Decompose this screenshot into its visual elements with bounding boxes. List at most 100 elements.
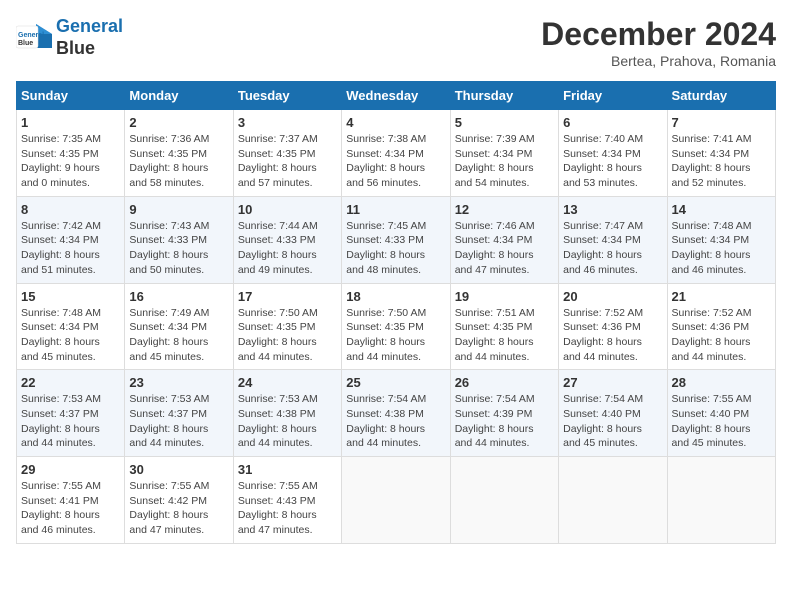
- title-block: December 2024 Bertea, Prahova, Romania: [541, 16, 776, 69]
- day-number: 17: [238, 289, 337, 304]
- calendar-cell: 9 Sunrise: 7:43 AM Sunset: 4:33 PM Daylig…: [125, 196, 233, 283]
- calendar-cell: 12 Sunrise: 7:46 AM Sunset: 4:34 PM Dayli…: [450, 196, 558, 283]
- day-detail: Sunrise: 7:51 AM Sunset: 4:35 PM Dayligh…: [455, 306, 554, 365]
- calendar-cell: 10Sunrise: 7:44 AM Sunset: 4:33 PM Dayli…: [233, 196, 341, 283]
- calendar-cell: 15Sunrise: 7:48 AM Sunset: 4:34 PM Dayli…: [17, 283, 125, 370]
- day-number: 19: [455, 289, 554, 304]
- calendar-cell: 18 Sunrise: 7:50 AM Sunset: 4:35 PM Dayli…: [342, 283, 450, 370]
- day-detail: Sunrise: 7:53 AM Sunset: 4:38 PM Dayligh…: [238, 392, 337, 451]
- calendar-cell: 29 Sunrise: 7:55 AM Sunset: 4:41 PM Dayli…: [17, 457, 125, 544]
- weekday-header-friday: Friday: [559, 82, 667, 110]
- calendar-cell: 5 Sunrise: 7:39 AM Sunset: 4:34 PM Daylig…: [450, 110, 558, 197]
- weekday-header-sunday: Sunday: [17, 82, 125, 110]
- location-subtitle: Bertea, Prahova, Romania: [541, 53, 776, 69]
- svg-text:General: General: [18, 32, 44, 39]
- day-detail: Sunrise: 7:52 AM Sunset: 4:36 PM Dayligh…: [563, 306, 662, 365]
- day-number: 16: [129, 289, 228, 304]
- day-detail: Sunrise: 7:47 AM Sunset: 4:34 PM Dayligh…: [563, 219, 662, 278]
- calendar-week-2: 8 Sunrise: 7:42 AM Sunset: 4:34 PM Daylig…: [17, 196, 776, 283]
- day-number: 12: [455, 202, 554, 217]
- day-number: 14: [672, 202, 771, 217]
- day-number: 29: [21, 462, 120, 477]
- svg-text:Blue: Blue: [18, 40, 33, 47]
- day-number: 18: [346, 289, 445, 304]
- calendar-cell: 31 Sunrise: 7:55 AM Sunset: 4:43 PM Dayli…: [233, 457, 341, 544]
- day-number: 1: [21, 115, 120, 130]
- calendar-cell: 21 Sunrise: 7:52 AM Sunset: 4:36 PM Dayli…: [667, 283, 775, 370]
- day-detail: Sunrise: 7:55 AM Sunset: 4:43 PM Dayligh…: [238, 479, 337, 538]
- day-number: 31: [238, 462, 337, 477]
- day-number: 9: [129, 202, 228, 217]
- day-detail: Sunrise: 7:50 AM Sunset: 4:35 PM Dayligh…: [346, 306, 445, 365]
- calendar-cell: 13 Sunrise: 7:47 AM Sunset: 4:34 PM Dayli…: [559, 196, 667, 283]
- calendar-cell: [667, 457, 775, 544]
- calendar-cell: 11Sunrise: 7:45 AM Sunset: 4:33 PM Dayli…: [342, 196, 450, 283]
- calendar-cell: [342, 457, 450, 544]
- calendar-cell: 23 Sunrise: 7:53 AM Sunset: 4:37 PM Dayli…: [125, 370, 233, 457]
- day-detail: Sunrise: 7:48 AM Sunset: 4:34 PM Dayligh…: [672, 219, 771, 278]
- day-number: 10: [238, 202, 337, 217]
- calendar-cell: 16 Sunrise: 7:49 AM Sunset: 4:34 PM Dayli…: [125, 283, 233, 370]
- weekday-header-tuesday: Tuesday: [233, 82, 341, 110]
- day-number: 21: [672, 289, 771, 304]
- day-detail: Sunrise: 7:36 AM Sunset: 4:35 PM Dayligh…: [129, 132, 228, 191]
- day-number: 28: [672, 375, 771, 390]
- day-detail: Sunrise: 7:42 AM Sunset: 4:34 PM Dayligh…: [21, 219, 120, 278]
- day-number: 30: [129, 462, 228, 477]
- calendar-table: SundayMondayTuesdayWednesdayThursdayFrid…: [16, 81, 776, 544]
- calendar-cell: 6Sunrise: 7:40 AM Sunset: 4:34 PM Daylig…: [559, 110, 667, 197]
- day-number: 20: [563, 289, 662, 304]
- weekday-header-row: SundayMondayTuesdayWednesdayThursdayFrid…: [17, 82, 776, 110]
- day-detail: Sunrise: 7:55 AM Sunset: 4:41 PM Dayligh…: [21, 479, 120, 538]
- logo-text: GeneralBlue: [56, 16, 123, 59]
- calendar-cell: 20 Sunrise: 7:52 AM Sunset: 4:36 PM Dayli…: [559, 283, 667, 370]
- day-number: 25: [346, 375, 445, 390]
- day-detail: Sunrise: 7:35 AM Sunset: 4:35 PM Dayligh…: [21, 132, 120, 191]
- day-number: 7: [672, 115, 771, 130]
- calendar-cell: 4Sunrise: 7:38 AM Sunset: 4:34 PM Daylig…: [342, 110, 450, 197]
- day-detail: Sunrise: 7:54 AM Sunset: 4:39 PM Dayligh…: [455, 392, 554, 451]
- calendar-cell: 26Sunrise: 7:54 AM Sunset: 4:39 PM Dayli…: [450, 370, 558, 457]
- calendar-cell: 2 Sunrise: 7:36 AM Sunset: 4:35 PM Daylig…: [125, 110, 233, 197]
- day-detail: Sunrise: 7:46 AM Sunset: 4:34 PM Dayligh…: [455, 219, 554, 278]
- calendar-cell: 28 Sunrise: 7:55 AM Sunset: 4:40 PM Dayli…: [667, 370, 775, 457]
- day-detail: Sunrise: 7:48 AM Sunset: 4:34 PM Dayligh…: [21, 306, 120, 365]
- day-detail: Sunrise: 7:49 AM Sunset: 4:34 PM Dayligh…: [129, 306, 228, 365]
- calendar-week-4: 22 Sunrise: 7:53 AM Sunset: 4:37 PM Dayli…: [17, 370, 776, 457]
- day-detail: Sunrise: 7:54 AM Sunset: 4:38 PM Dayligh…: [346, 392, 445, 451]
- calendar-cell: 1 Sunrise: 7:35 AM Sunset: 4:35 PM Daylig…: [17, 110, 125, 197]
- calendar-cell: [450, 457, 558, 544]
- day-detail: Sunrise: 7:53 AM Sunset: 4:37 PM Dayligh…: [129, 392, 228, 451]
- calendar-cell: [559, 457, 667, 544]
- day-detail: Sunrise: 7:50 AM Sunset: 4:35 PM Dayligh…: [238, 306, 337, 365]
- day-detail: Sunrise: 7:43 AM Sunset: 4:33 PM Dayligh…: [129, 219, 228, 278]
- day-detail: Sunrise: 7:52 AM Sunset: 4:36 PM Dayligh…: [672, 306, 771, 365]
- day-number: 2: [129, 115, 228, 130]
- day-number: 8: [21, 202, 120, 217]
- day-number: 3: [238, 115, 337, 130]
- page-header: General Blue GeneralBlue December 2024 B…: [16, 16, 776, 69]
- day-number: 5: [455, 115, 554, 130]
- day-number: 24: [238, 375, 337, 390]
- weekday-header-saturday: Saturday: [667, 82, 775, 110]
- day-number: 13: [563, 202, 662, 217]
- calendar-cell: 14 Sunrise: 7:48 AM Sunset: 4:34 PM Dayli…: [667, 196, 775, 283]
- logo-icon: General Blue: [16, 20, 52, 56]
- day-number: 6: [563, 115, 662, 130]
- day-detail: Sunrise: 7:38 AM Sunset: 4:34 PM Dayligh…: [346, 132, 445, 191]
- month-title: December 2024: [541, 16, 776, 53]
- day-detail: Sunrise: 7:39 AM Sunset: 4:34 PM Dayligh…: [455, 132, 554, 191]
- day-detail: Sunrise: 7:54 AM Sunset: 4:40 PM Dayligh…: [563, 392, 662, 451]
- day-number: 22: [21, 375, 120, 390]
- calendar-cell: 7Sunrise: 7:41 AM Sunset: 4:34 PM Daylig…: [667, 110, 775, 197]
- day-number: 23: [129, 375, 228, 390]
- calendar-cell: 25 Sunrise: 7:54 AM Sunset: 4:38 PM Dayli…: [342, 370, 450, 457]
- calendar-week-5: 29 Sunrise: 7:55 AM Sunset: 4:41 PM Dayli…: [17, 457, 776, 544]
- day-detail: Sunrise: 7:55 AM Sunset: 4:40 PM Dayligh…: [672, 392, 771, 451]
- logo: General Blue GeneralBlue: [16, 16, 123, 59]
- day-detail: Sunrise: 7:55 AM Sunset: 4:42 PM Dayligh…: [129, 479, 228, 538]
- calendar-week-3: 15Sunrise: 7:48 AM Sunset: 4:34 PM Dayli…: [17, 283, 776, 370]
- day-number: 27: [563, 375, 662, 390]
- weekday-header-monday: Monday: [125, 82, 233, 110]
- calendar-cell: 17 Sunrise: 7:50 AM Sunset: 4:35 PM Dayli…: [233, 283, 341, 370]
